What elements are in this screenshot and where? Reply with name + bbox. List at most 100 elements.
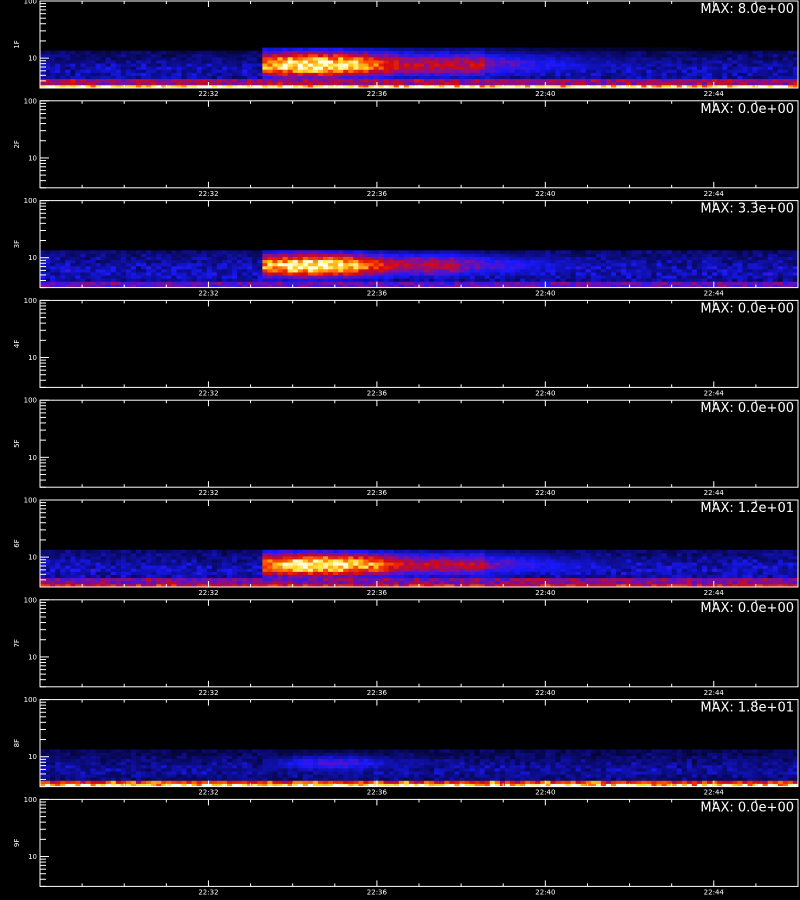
heatmap-cell: [393, 259, 400, 264]
heatmap-cell: [504, 574, 511, 579]
heatmap-cell: [75, 268, 81, 273]
heatmap-cell: [459, 580, 465, 585]
heatmap-cell: [686, 63, 693, 67]
heatmap-cell: [287, 63, 294, 67]
heatmap-cell: [105, 253, 112, 257]
heatmap-cell: [282, 580, 289, 585]
heatmap-cell: [464, 81, 470, 86]
heatmap-cell: [772, 272, 779, 276]
heatmap-cell: [373, 259, 379, 264]
heatmap-cell: [691, 262, 698, 267]
heatmap-cell: [146, 72, 152, 76]
heatmap-cell: [206, 574, 213, 579]
heatmap-cell: [95, 571, 102, 575]
heatmap-cell: [65, 78, 71, 83]
heatmap-cell: [504, 75, 511, 80]
heatmap-cell: [317, 565, 324, 569]
heatmap-cell: [363, 275, 369, 279]
heatmap-cell: [176, 272, 182, 276]
heatmap-cell: [206, 250, 213, 254]
heatmap-cell: [373, 60, 379, 64]
heatmap-cell: [312, 50, 319, 55]
heatmap-cell: [307, 78, 314, 83]
heatmap-cell: [681, 63, 688, 67]
heatmap-cell: [312, 78, 319, 83]
heatmap-cell: [540, 262, 546, 267]
heatmap-cell: [631, 60, 637, 64]
heatmap-cell: [429, 571, 435, 575]
heatmap-cell: [424, 275, 430, 279]
heatmap-cell: [161, 265, 167, 270]
heatmap-cell: [686, 268, 693, 273]
heatmap-cell: [530, 265, 536, 270]
heatmap-cell: [555, 577, 561, 582]
heatmap-cell: [70, 278, 76, 282]
heatmap-cell: [671, 568, 678, 572]
heatmap-cell: [565, 577, 571, 582]
heatmap-cell: [696, 66, 703, 70]
heatmap-cell: [100, 253, 107, 257]
heatmap-cell: [211, 281, 218, 285]
heatmap-cell: [232, 69, 238, 73]
heatmap-cell: [646, 72, 652, 76]
heatmap-cell: [429, 580, 435, 585]
heatmap-cell: [70, 56, 76, 61]
heatmap-cell: [656, 69, 662, 73]
heatmap-cell: [444, 256, 450, 261]
heatmap-cell: [292, 78, 299, 83]
heatmap-cell: [434, 53, 440, 58]
heatmap-cell: [767, 268, 774, 273]
heatmap-cell: [378, 265, 385, 270]
heatmap-cell: [105, 568, 112, 572]
heatmap-cell: [550, 275, 556, 279]
heatmap-cell: [272, 81, 278, 86]
heatmap-cell: [777, 250, 784, 254]
heatmap-cell: [494, 53, 501, 58]
heatmap-cell: [156, 265, 162, 270]
heatmap-cell: [469, 78, 475, 83]
heatmap-cell: [666, 69, 673, 73]
heatmap-cell: [641, 262, 647, 267]
heatmap-cell: [226, 580, 233, 585]
heatmap-cell: [676, 571, 683, 575]
heatmap-cell: [322, 50, 329, 55]
heatmap-cell: [262, 60, 268, 64]
heatmap-cell: [762, 66, 769, 70]
heatmap-cell: [545, 53, 551, 58]
heatmap-cell: [60, 278, 66, 282]
heatmap-cell: [479, 265, 486, 270]
heatmap-cell: [777, 281, 784, 285]
heatmap-cell: [216, 56, 223, 61]
heatmap-cell: [60, 571, 66, 575]
heatmap-cell: [257, 256, 263, 261]
heatmap-cell: [727, 53, 733, 58]
heatmap-cell: [353, 265, 359, 270]
heatmap-cell: [489, 56, 496, 61]
heatmap-cell: [595, 265, 602, 270]
heatmap-cell: [565, 259, 571, 264]
heatmap-cell: [742, 63, 748, 67]
heatmap-cell: [353, 63, 359, 67]
heatmap-cell: [191, 580, 198, 585]
heatmap-cell: [146, 565, 152, 569]
heatmap-cell: [767, 259, 774, 264]
heatmap-cell: [752, 69, 758, 73]
heatmap-cell: [161, 66, 167, 70]
heatmap-cell: [666, 574, 673, 579]
heatmap-cell: [388, 565, 395, 569]
heatmap-cell: [641, 72, 647, 76]
heatmap-cell: [454, 78, 460, 83]
heatmap-cell: [570, 265, 577, 270]
heatmap-cell: [580, 259, 587, 264]
heatmap-cell: [752, 63, 758, 67]
heatmap-cell: [550, 253, 556, 257]
heatmap-cell: [383, 253, 390, 257]
heatmap-cell: [307, 574, 314, 579]
heatmap-cell: [666, 580, 673, 585]
heatmap-cell: [449, 268, 455, 273]
heatmap-cell: [681, 72, 688, 76]
y-tick-label: 100: [24, 97, 37, 105]
heatmap-cell: [156, 69, 162, 73]
heatmap-cell: [40, 275, 46, 279]
heatmap-cell: [338, 281, 344, 285]
